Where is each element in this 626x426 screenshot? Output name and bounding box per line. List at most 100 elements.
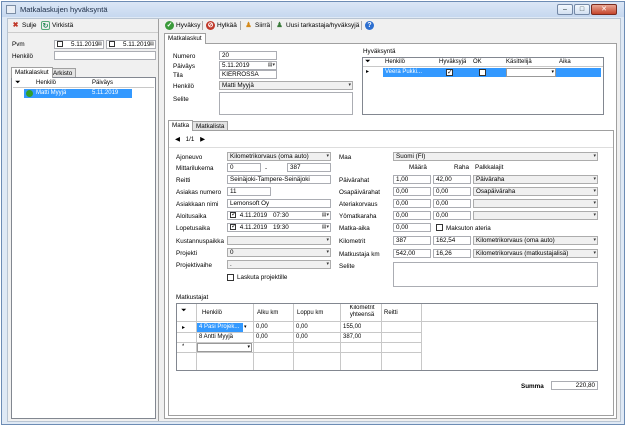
row-start-km[interactable]: 0,00 bbox=[256, 333, 268, 341]
qty-header: Määrä bbox=[409, 164, 427, 171]
end-checkbox[interactable] bbox=[230, 224, 237, 231]
date-from-field[interactable]: 5.11.2019 ▤ bbox=[54, 40, 104, 49]
nav-first-icon[interactable]: ◀ bbox=[175, 136, 180, 143]
col-start-km[interactable]: Alku km bbox=[257, 309, 278, 317]
passenger-money[interactable]: 16,26 bbox=[433, 249, 471, 258]
meal-qty[interactable]: 0,00 bbox=[393, 199, 431, 208]
partial-qty[interactable]: 0,00 bbox=[393, 187, 431, 196]
close-window-button[interactable]: ✕ bbox=[591, 4, 617, 15]
row-total-km[interactable]: 155,00 bbox=[343, 323, 361, 331]
claim-date-field[interactable]: 5.11.2019 ▤▾ bbox=[219, 61, 277, 70]
number-field[interactable]: 20 bbox=[219, 51, 277, 60]
row-end-km[interactable]: 0,00 bbox=[296, 333, 308, 341]
trip-description-field[interactable] bbox=[393, 262, 598, 287]
handler-select[interactable]: ▾ bbox=[506, 68, 556, 77]
vehicle-select[interactable]: Kilometrikorvaus (oma auto) ▾ bbox=[227, 152, 331, 161]
start-datetime-field[interactable]: 4.11.2019 07:30 ▤▾ bbox=[227, 211, 331, 220]
daily-qty[interactable]: 1,00 bbox=[393, 175, 431, 184]
col-time[interactable]: Aika bbox=[559, 58, 571, 66]
chevron-down-icon[interactable]: ▾ bbox=[244, 323, 247, 331]
date-from-checkbox[interactable] bbox=[57, 41, 63, 48]
customer-number-field[interactable]: 11 bbox=[227, 187, 271, 196]
partial-money[interactable]: 0,00 bbox=[433, 187, 471, 196]
filter-icon[interactable]: ⏷ bbox=[365, 58, 371, 66]
night-qty[interactable]: 0,00 bbox=[393, 211, 431, 220]
approver-checkbox[interactable] bbox=[446, 68, 453, 76]
row-person[interactable]: 8 Antti Myyjä bbox=[199, 333, 233, 341]
calendar-icon[interactable]: ▤▾ bbox=[322, 224, 329, 231]
cost-center-select[interactable]: ▾ bbox=[227, 236, 331, 245]
state-field[interactable]: KIERROSSA bbox=[219, 70, 277, 79]
col-approver[interactable]: Hyväksyjä bbox=[439, 58, 466, 66]
col-person[interactable]: Henkilö bbox=[202, 309, 222, 317]
trip-time-field[interactable]: 0,00 bbox=[393, 223, 431, 232]
filter-icon[interactable]: ⏷ bbox=[181, 307, 187, 315]
start-checkbox[interactable] bbox=[230, 212, 237, 219]
project-phase-select[interactable]: . ▾ bbox=[227, 260, 331, 269]
partial-type-select[interactable]: Osapäiväraha ▾ bbox=[473, 187, 598, 196]
meal-money[interactable]: 0,00 bbox=[433, 199, 471, 208]
help-icon[interactable]: ? bbox=[365, 21, 374, 30]
col-handler[interactable]: Käsittelijä bbox=[506, 58, 532, 66]
row-start-km[interactable]: 0,00 bbox=[256, 323, 268, 331]
passenger-qty[interactable]: 542,00 bbox=[393, 249, 431, 258]
refresh-button[interactable]: ↻ Virkistä bbox=[41, 20, 73, 31]
ok-checkbox[interactable] bbox=[479, 69, 486, 76]
row-total-km[interactable]: 387,00 bbox=[343, 333, 361, 341]
tab-travel-claims[interactable]: Matkalaskut bbox=[11, 67, 53, 78]
tab-travel-claims-main[interactable]: Matkalaskut bbox=[164, 33, 206, 44]
project-select[interactable]: 0 ▾ bbox=[227, 248, 331, 257]
calendar-icon[interactable]: ▤ bbox=[149, 41, 154, 48]
filter-icon[interactable]: ⏷ bbox=[15, 79, 21, 87]
km-money[interactable]: 162,54 bbox=[433, 236, 471, 245]
close-button[interactable]: ✖ Sulje bbox=[11, 20, 37, 31]
approve-button[interactable]: ✓ Hyväksy bbox=[165, 20, 201, 31]
odometer-start-field[interactable]: 0 bbox=[227, 163, 261, 172]
col-person[interactable]: Henkilö bbox=[36, 79, 56, 87]
nav-last-icon[interactable]: ▶ bbox=[200, 136, 205, 143]
customer-name-field[interactable]: Lemonsoft Oy bbox=[227, 199, 331, 208]
col-end-km[interactable]: Loppu km bbox=[297, 309, 323, 317]
maximize-button[interactable]: □ bbox=[574, 4, 590, 15]
invoice-project-checkbox[interactable] bbox=[227, 274, 234, 281]
person-filter-input[interactable] bbox=[54, 51, 156, 60]
end-datetime-field[interactable]: 4.11.2019 19:30 ▤▾ bbox=[227, 223, 331, 232]
daily-money[interactable]: 42,00 bbox=[433, 175, 471, 184]
col-date[interactable]: Päiväys bbox=[92, 79, 113, 87]
night-type-select[interactable]: ▾ bbox=[473, 211, 598, 220]
route-field[interactable]: Seinäjoki-Tampere-Seinäjoki bbox=[227, 175, 331, 184]
col-ok[interactable]: OK bbox=[473, 58, 482, 66]
calendar-icon[interactable]: ▤ bbox=[97, 41, 102, 48]
col-person[interactable]: Henkilö bbox=[385, 58, 405, 66]
col-total-km[interactable]: Kilometrit yhteensä bbox=[343, 305, 381, 319]
daily-type-select[interactable]: Päiväraha ▾ bbox=[473, 175, 598, 184]
trip-panel: ◀ 1/1 ▶ Ajoneuvo Kilometrikorvaus (oma a… bbox=[168, 130, 614, 416]
claims-grid: ⏷ Henkilö Päiväys Matti Myyjä 5.11.2019 bbox=[11, 77, 156, 419]
refresh-label: Virkistä bbox=[52, 22, 74, 29]
passenger-type-select[interactable]: Kilometrikorvaus (matkustajalisä) ▾ bbox=[473, 249, 598, 258]
description-field[interactable] bbox=[219, 92, 353, 115]
transfer-button[interactable]: ♟ Siirrä bbox=[244, 20, 270, 31]
col-route[interactable]: Reitti bbox=[384, 309, 398, 317]
odometer-end-field[interactable]: 387 bbox=[287, 163, 331, 172]
country-select[interactable]: Suomi (FI) ▾ bbox=[393, 152, 598, 161]
daily-type-value: Päiväraha bbox=[476, 176, 505, 183]
date-to-checkbox[interactable] bbox=[109, 41, 115, 48]
night-money[interactable]: 0,00 bbox=[433, 211, 471, 220]
tab-trip[interactable]: Matka bbox=[168, 120, 194, 131]
new-row-person-select[interactable]: ▾ bbox=[197, 343, 252, 352]
minimize-button[interactable]: – bbox=[557, 4, 573, 15]
row-end-km[interactable]: 0,00 bbox=[296, 323, 308, 331]
country-label: Maa bbox=[339, 154, 352, 161]
person-select[interactable]: Matti Myyjä ▾ bbox=[219, 81, 353, 90]
new-approver-button[interactable]: ♟ Uusi tarkastaja/hyväksyjä bbox=[275, 20, 359, 31]
free-meal-checkbox[interactable] bbox=[436, 224, 443, 231]
km-qty[interactable]: 387 bbox=[393, 236, 431, 245]
km-type-select[interactable]: Kilometrikorvaus (oma auto) ▾ bbox=[473, 236, 598, 245]
reject-button[interactable]: ⊘ Hylkää bbox=[206, 20, 237, 31]
calendar-icon[interactable]: ▤▾ bbox=[268, 62, 275, 69]
calendar-icon[interactable]: ▤▾ bbox=[322, 212, 329, 219]
meal-type-select[interactable]: ▾ bbox=[473, 199, 598, 208]
total-field: 220,80 bbox=[551, 381, 598, 390]
date-to-field[interactable]: 5.11.2019 ▤ bbox=[106, 40, 156, 49]
